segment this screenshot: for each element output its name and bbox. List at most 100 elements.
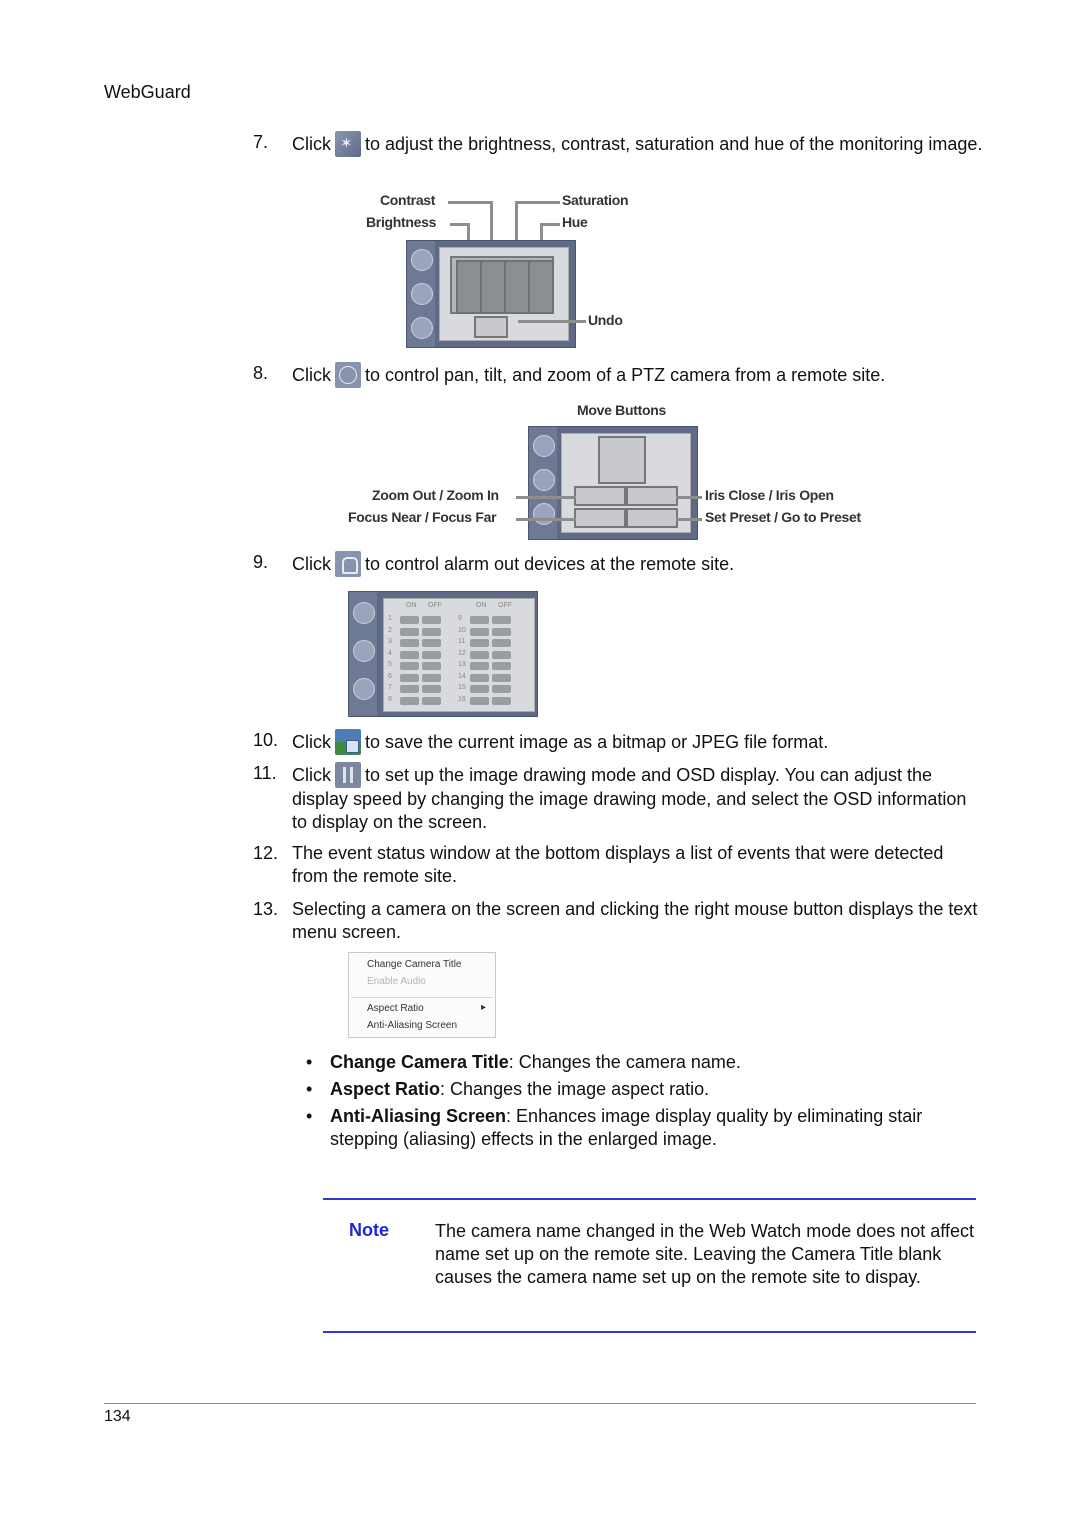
alarm-on-button[interactable] [470, 639, 489, 647]
iris-buttons[interactable] [626, 486, 678, 506]
label-preset: Set Preset / Go to Preset [705, 509, 861, 525]
alarm-on-button[interactable] [400, 685, 419, 693]
alarm-off-button[interactable] [492, 685, 511, 693]
preset-buttons[interactable] [626, 508, 678, 528]
menu-item-aspect-ratio[interactable]: Aspect Ratio [367, 1003, 424, 1014]
figure-alarm-out: ON OFF ON OFF 1 2 3 4 5 6 7 8 9 10 11 12 13 14 15 16 [348, 591, 538, 717]
adjust-panel [406, 240, 576, 348]
osd-setup-icon [335, 762, 361, 788]
alarm-off-button[interactable] [492, 639, 511, 647]
contrast-slider[interactable] [480, 260, 506, 314]
alarm-off-button[interactable] [422, 639, 441, 647]
saturation-slider[interactable] [504, 260, 530, 314]
alarm-off-button[interactable] [422, 616, 441, 624]
alarm-off-button[interactable] [492, 696, 511, 705]
alarm-row-number: 12 [458, 649, 466, 657]
alarm-on-button[interactable] [400, 650, 419, 659]
alarm-on-button[interactable] [400, 627, 419, 636]
alarm-row-number: 8 [388, 695, 392, 703]
note-label: Note [349, 1220, 389, 1240]
move-buttons[interactable] [598, 436, 646, 484]
alarm-column-header: ON [406, 602, 417, 609]
alarm-on-button[interactable] [470, 627, 489, 636]
alarm-on-button[interactable] [400, 616, 419, 624]
step-number: 7. [253, 132, 269, 152]
note-top-rule [323, 1198, 976, 1200]
figure-context-menu: Change Camera Title Enable Audio Aspect … [348, 952, 496, 1038]
alarm-column-header: OFF [428, 602, 442, 609]
alarm-out-icon [335, 551, 361, 577]
page-number: 134 [104, 1408, 131, 1425]
step-text-pre: Click [292, 134, 331, 154]
running-header: WebGuard [104, 82, 191, 102]
alarm-row-number: 1 [388, 615, 392, 622]
step-text-post: to control alarm out devices at the remo… [365, 554, 735, 574]
label-iris: Iris Close / Iris Open [705, 487, 834, 503]
step-text-post: to set up the image drawing mode and OSD… [292, 765, 967, 832]
label-brightness: Brightness [366, 214, 437, 230]
alarm-off-button[interactable] [422, 696, 441, 705]
alarm-off-button[interactable] [422, 673, 441, 682]
alarm-on-button[interactable] [470, 696, 489, 705]
label-zoom: Zoom Out / Zoom In [372, 487, 499, 503]
alarm-off-button[interactable] [422, 685, 441, 693]
step-text-pre: Click [292, 365, 331, 385]
zoom-buttons[interactable] [574, 486, 626, 506]
alarm-off-button[interactable] [492, 616, 511, 624]
alarm-off-button[interactable] [422, 627, 441, 636]
submenu-arrow-icon: ▸ [481, 1002, 487, 1013]
menu-item-anti-aliasing-screen[interactable]: Anti-Aliasing Screen [367, 1020, 457, 1031]
step-text-post: to adjust the brightness, contrast, satu… [365, 134, 983, 154]
focus-buttons[interactable] [574, 508, 626, 528]
alarm-row-number: 3 [388, 638, 392, 645]
alarm-on-button[interactable] [470, 650, 489, 659]
alarm-row-number: 2 [388, 626, 392, 634]
step-text: Selecting a camera on the screen and cli… [292, 899, 978, 942]
alarm-off-button[interactable] [492, 673, 511, 682]
alarm-row-number: 10 [458, 626, 466, 634]
ptz-panel [528, 426, 698, 540]
alarm-on-button[interactable] [470, 685, 489, 693]
label-move-buttons: Move Buttons [577, 402, 666, 418]
figure-image-adjust: Contrast Brightness Saturation Hue Undo [360, 190, 650, 350]
alarm-on-button[interactable] [400, 673, 419, 682]
undo-button[interactable] [474, 316, 508, 338]
ptz-icon [335, 362, 361, 388]
step-number: 9. [253, 552, 269, 572]
alarm-on-button[interactable] [400, 696, 419, 705]
alarm-on-button[interactable] [470, 673, 489, 682]
alarm-row-number: 15 [458, 684, 466, 691]
menu-item-change-camera-title[interactable]: Change Camera Title [367, 959, 462, 970]
bullet-term: Change Camera Title [330, 1052, 509, 1072]
alarm-off-button[interactable] [492, 650, 511, 659]
note-text: The camera name changed in the Web Watch… [435, 1221, 974, 1287]
alarm-on-button[interactable] [400, 639, 419, 647]
menu-separator [351, 997, 493, 998]
step-text-pre: Click [292, 732, 331, 752]
alarm-row-number: 6 [388, 672, 392, 680]
alarm-on-button[interactable] [400, 662, 419, 670]
step-text: Click to control pan, tilt, and zoom of a… [292, 362, 983, 388]
brightness-slider[interactable] [456, 260, 482, 314]
bullet-icon: • [306, 1106, 313, 1126]
label-saturation: Saturation [562, 192, 629, 208]
hue-slider[interactable] [528, 260, 554, 314]
alarm-off-button[interactable] [422, 650, 441, 659]
alarm-off-button[interactable] [422, 662, 441, 670]
bullet-term: Aspect Ratio [330, 1079, 441, 1099]
bullet-icon: • [306, 1079, 313, 1099]
alarm-off-button[interactable] [492, 662, 511, 670]
alarm-row-number: 14 [458, 672, 466, 680]
note-bottom-rule [323, 1331, 976, 1333]
label-hue: Hue [562, 214, 588, 230]
step-text: Click to control alarm out devices at the… [292, 551, 983, 577]
alarm-row-number: 16 [458, 695, 466, 703]
alarm-off-button[interactable] [492, 627, 511, 636]
alarm-on-button[interactable] [470, 662, 489, 670]
alarm-column-header: OFF [498, 602, 512, 609]
alarm-on-button[interactable] [470, 616, 489, 624]
bullet-icon: • [306, 1052, 313, 1072]
alarm-row-number: 11 [458, 638, 466, 645]
bullet-term: Anti-Aliasing Screen [330, 1106, 507, 1126]
step-text: The event status window at the bottom di… [292, 843, 944, 886]
